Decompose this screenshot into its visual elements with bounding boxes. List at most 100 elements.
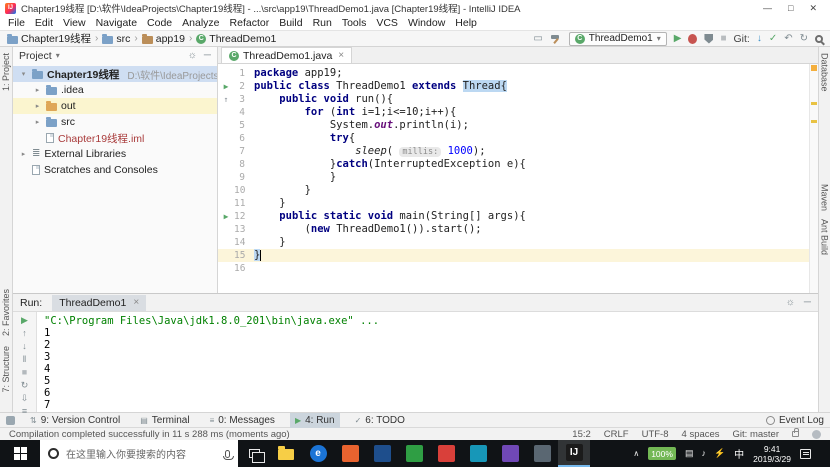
microphone-icon[interactable] [223,449,234,460]
coverage-button[interactable] [704,33,714,44]
maximize-button[interactable]: □ [788,3,793,14]
vcs-history-button[interactable]: ↻ [800,33,808,45]
tree-item-external-libraries[interactable]: ▸ ≣ External Libraries [13,146,217,162]
menu-refactor[interactable]: Refactor [225,17,275,29]
code-line[interactable]: ▶ 12 public static void main(String[] arg… [218,210,818,223]
tool-stripe-maven[interactable]: Maven [820,184,830,211]
tree-item-src[interactable]: ▸ src [13,114,217,130]
tree-item-chapter19线程-iml[interactable]: Chapter19线程.iml [13,130,217,146]
menu-analyze[interactable]: Analyze [177,17,224,29]
menu-build[interactable]: Build [274,17,307,29]
warning-stripe-mark[interactable] [811,102,817,105]
tool-stripe-1-project[interactable]: 1: Project [1,53,11,91]
start-button[interactable] [0,440,40,467]
power-icon[interactable]: ⚡ [714,448,725,459]
up-stack-icon[interactable]: ↑ [22,328,27,338]
tree-item-chapter19线程[interactable]: ▾ Chapter19线程 D:\软件\IdeaProjects\Chapter19… [13,66,217,82]
lock-icon[interactable] [792,428,799,437]
taskbar-app-orange-icon[interactable] [334,440,366,467]
run-line-icon[interactable]: ▶ [218,80,234,93]
tree-expander-icon[interactable]: ▾ [19,70,28,78]
run-console[interactable]: "C:\Program Files\Java\jdk1.8.0_201\bin\… [37,312,818,412]
pause-output-icon[interactable]: ǁ [23,354,27,364]
vcs-rollback-button[interactable]: ↶ [784,33,792,45]
line-separator-widget[interactable]: CRLF [604,429,629,440]
taskbar-search-input[interactable]: 在这里输入你要搜索的内容 [40,440,238,467]
toolwindow-button-0-messages[interactable]: ≡ 0: Messages [205,413,280,428]
vcs-update-button[interactable]: ↓ [757,33,762,45]
code-line[interactable]: 6 try{ [218,132,818,145]
rerun-icon[interactable]: ▶ [21,315,28,325]
run-tab[interactable]: ThreadDemo1 × [52,294,147,311]
code-line[interactable]: 4 for (int i=1;i<=10;i++){ [218,106,818,119]
battery-icon[interactable]: 100% [648,447,676,460]
hidden-icons-chevron[interactable]: ∧ [633,449,639,458]
close-tab-icon[interactable]: × [338,50,344,61]
taskbar-intellij-idea-icon[interactable]: IJ [558,440,590,467]
code-line[interactable]: 10 } [218,184,818,197]
menu-vcs[interactable]: VCS [371,17,403,29]
toolwindow-button-4-run[interactable]: ▶ 4: Run [289,412,340,428]
caret-position-widget[interactable]: 15:2 [572,429,591,440]
override-marker-icon[interactable]: ↑ [218,93,234,106]
toolwindow-button-9-version-control[interactable]: ⇅ 9: Version Control [25,413,125,428]
taskbar-app-red-icon[interactable] [430,440,462,467]
code-line[interactable]: 9 } [218,171,818,184]
code-line[interactable]: 13 (new ThreadDemo1()).start(); [218,223,818,236]
breadcrumb-src[interactable]: src [102,33,130,45]
taskbar-file-explorer-icon[interactable] [270,440,302,467]
task-view-button[interactable] [238,440,270,467]
restore-layout-icon[interactable]: ↻ [21,380,29,390]
code-line[interactable]: 15} [218,249,818,262]
breadcrumb-threaddemo1[interactable]: C ThreadDemo1 [196,33,276,45]
taskbar-internet-explorer-icon[interactable]: e [302,440,334,467]
close-tab-icon[interactable]: × [133,297,139,308]
vcs-commit-button[interactable]: ✓ [769,33,777,45]
project-panel-title[interactable]: Project [19,50,52,62]
tool-stripe-ant-build[interactable]: Ant Build [820,219,830,255]
code-line[interactable]: ↑ 3 public void run(){ [218,93,818,106]
inspection-indicator-icon[interactable] [811,65,817,71]
settings-gear-icon[interactable]: ☼ [188,50,197,62]
run-line-icon[interactable]: ▶ [218,210,234,223]
menu-window[interactable]: Window [403,17,450,29]
hide-run-panel-icon[interactable]: ─ [804,297,811,309]
highlighting-level-icon[interactable] [812,429,821,439]
taskbar-app-green-icon[interactable] [398,440,430,467]
menu-run[interactable]: Run [308,17,337,29]
menu-file[interactable]: File [3,17,30,29]
tool-window-switcher-icon[interactable] [6,415,15,425]
code-line[interactable]: 5 System.out.println(i); [218,119,818,132]
tree-expander-icon[interactable]: ▸ [33,118,42,126]
toolwindow-button-terminal[interactable]: ▤ Terminal [135,413,194,428]
tool-stripe-7-structure[interactable]: 7: Structure [1,346,11,393]
code-line[interactable]: 7 sleep( millis: 1000); [218,145,818,158]
tree-expander-icon[interactable]: ▸ [33,102,42,110]
menu-view[interactable]: View [58,17,91,29]
taskbar-app-purple-icon[interactable] [494,440,526,467]
search-everywhere-icon[interactable] [815,34,823,43]
scroll-to-end-icon[interactable]: ⇩ [21,393,29,403]
menu-navigate[interactable]: Navigate [91,17,142,29]
run-button[interactable]: ▶ [674,33,682,45]
toolwindow-icon[interactable]: ▭ [533,33,542,45]
breadcrumb-chapter19线程[interactable]: Chapter19线程 [7,31,91,46]
code-line[interactable]: 8 }catch(InterruptedException e){ [218,158,818,171]
tree-expander-icon[interactable]: ▸ [33,86,42,94]
action-center-icon[interactable] [800,448,811,459]
taskbar-app-teal-icon[interactable] [462,440,494,467]
tool-stripe-database[interactable]: Database [820,53,830,92]
menu-help[interactable]: Help [450,17,482,29]
stop-process-icon[interactable]: ■ [22,367,27,377]
indent-widget[interactable]: 4 spaces [682,429,720,440]
debug-button[interactable] [688,33,698,44]
encoding-widget[interactable]: UTF-8 [642,429,669,440]
editor-tab[interactable]: C ThreadDemo1.java × [221,47,353,63]
taskbar-app-navy-icon[interactable] [366,440,398,467]
run-config-combo[interactable]: C ThreadDemo1 ▾ [568,31,667,46]
close-button[interactable]: ✕ [809,3,817,14]
tree-item-idea[interactable]: ▸ .idea [13,82,217,98]
code-line[interactable]: 11 } [218,197,818,210]
ime-indicator[interactable]: 中 [734,446,744,461]
build-project-icon[interactable] [550,33,562,45]
